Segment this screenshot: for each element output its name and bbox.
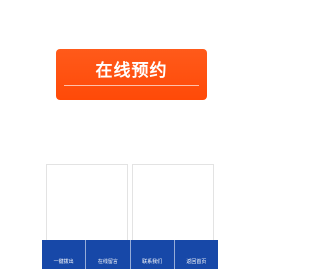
nav-item-label: 一键拨出 <box>53 259 74 265</box>
nav-item-label: 联系我们 <box>142 259 163 265</box>
nav-item-call[interactable]: 一键拨出 <box>42 240 85 269</box>
bottom-nav-bar: 一键拨出 在线留言 联系我们 返回首页 <box>42 240 218 269</box>
content-panel-right <box>132 164 214 244</box>
nav-item-label: 返回首页 <box>186 259 207 265</box>
online-booking-label: 在线预约 <box>95 61 168 81</box>
nav-item-home[interactable]: 返回首页 <box>173 240 218 269</box>
nav-item-label: 在线留言 <box>97 259 118 265</box>
nav-item-message[interactable]: 在线留言 <box>85 240 129 269</box>
online-booking-button[interactable]: 在线预约 <box>56 49 207 100</box>
content-panel-left <box>46 164 128 244</box>
button-divider <box>64 85 199 86</box>
nav-item-contact[interactable]: 联系我们 <box>129 240 174 269</box>
